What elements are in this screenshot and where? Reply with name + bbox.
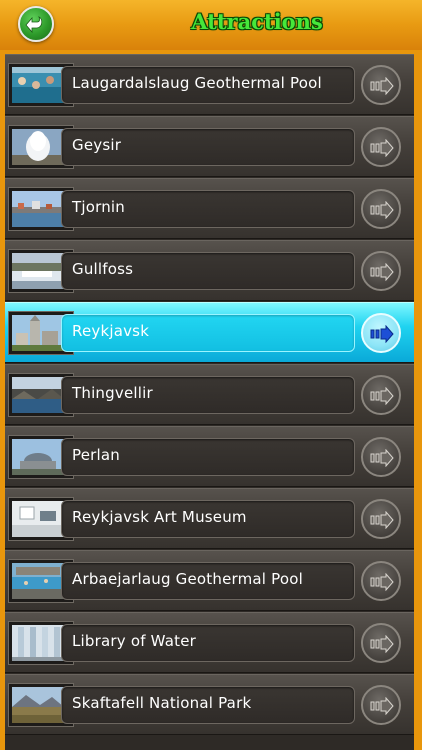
- thumbnail-image: [12, 687, 64, 723]
- open-detail-button[interactable]: [361, 499, 401, 539]
- arrow-right-icon: [370, 201, 394, 219]
- page-title: Attractions: [191, 9, 323, 34]
- item-label: Perlan: [72, 446, 120, 464]
- item-label: Laugardalslaug Geothermal Pool: [72, 74, 322, 92]
- list-item[interactable]: Skaftafell National Park: [5, 674, 414, 735]
- thumbnail-image: [12, 377, 64, 413]
- list-item[interactable]: Arbaejarlaug Geothermal Pool: [5, 550, 414, 611]
- arrow-right-icon: [370, 697, 394, 715]
- thumbnail-image: [12, 129, 64, 165]
- list-item[interactable]: Reykjavsk Art Museum: [5, 488, 414, 549]
- arrow-right-icon: [370, 387, 394, 405]
- arrow-right-icon: [370, 511, 394, 529]
- list-item[interactable]: Perlan: [5, 426, 414, 487]
- header-bar: Attractions: [0, 0, 422, 50]
- item-label: Arbaejarlaug Geothermal Pool: [72, 570, 303, 588]
- thumbnail-image: [12, 315, 64, 351]
- item-label: Thingvellir: [72, 384, 153, 402]
- open-detail-button[interactable]: [361, 685, 401, 725]
- item-label: Reykjavsk Art Museum: [72, 508, 247, 526]
- open-detail-button[interactable]: [361, 251, 401, 291]
- thumbnail-image: [12, 501, 64, 537]
- thumbnail-image: [12, 191, 64, 227]
- list-item[interactable]: Thingvellir: [5, 364, 414, 425]
- thumbnail-image: [12, 253, 64, 289]
- open-detail-button[interactable]: [361, 127, 401, 167]
- attractions-list[interactable]: Laugardalslaug Geothermal Pool Geysir Tjor…: [5, 54, 414, 750]
- open-detail-button[interactable]: [361, 375, 401, 415]
- list-item[interactable]: Reykjavsk: [5, 302, 414, 363]
- item-label: Tjornin: [72, 198, 125, 216]
- item-label: Geysir: [72, 136, 122, 154]
- list-item[interactable]: Library of Water: [5, 612, 414, 673]
- thumbnail-image: [12, 625, 64, 661]
- open-detail-button[interactable]: [361, 189, 401, 229]
- open-detail-button[interactable]: [361, 65, 401, 105]
- arrow-right-icon: [370, 77, 394, 95]
- item-label: Reykjavsk: [72, 322, 150, 340]
- arrow-right-icon: [370, 573, 394, 591]
- item-label: Gullfoss: [72, 260, 134, 278]
- thumbnail-image: [12, 439, 64, 475]
- open-detail-button[interactable]: [361, 623, 401, 663]
- item-label: Library of Water: [72, 632, 196, 650]
- thumbnail-image: [12, 563, 64, 599]
- list-item[interactable]: Gullfoss: [5, 240, 414, 301]
- arrow-right-icon: [370, 263, 394, 281]
- arrow-right-icon: [370, 325, 394, 343]
- open-detail-button[interactable]: [361, 561, 401, 601]
- item-label: Skaftafell National Park: [72, 694, 252, 712]
- thumbnail-image: [12, 67, 64, 103]
- list-item[interactable]: Geysir: [5, 116, 414, 177]
- arrow-right-icon: [370, 635, 394, 653]
- open-detail-button[interactable]: [361, 437, 401, 477]
- list-item[interactable]: Tjornin: [5, 178, 414, 239]
- arrow-right-icon: [370, 449, 394, 467]
- list-item[interactable]: Laugardalslaug Geothermal Pool: [5, 54, 414, 115]
- open-detail-button[interactable]: [361, 313, 401, 353]
- arrow-right-icon: [370, 139, 394, 157]
